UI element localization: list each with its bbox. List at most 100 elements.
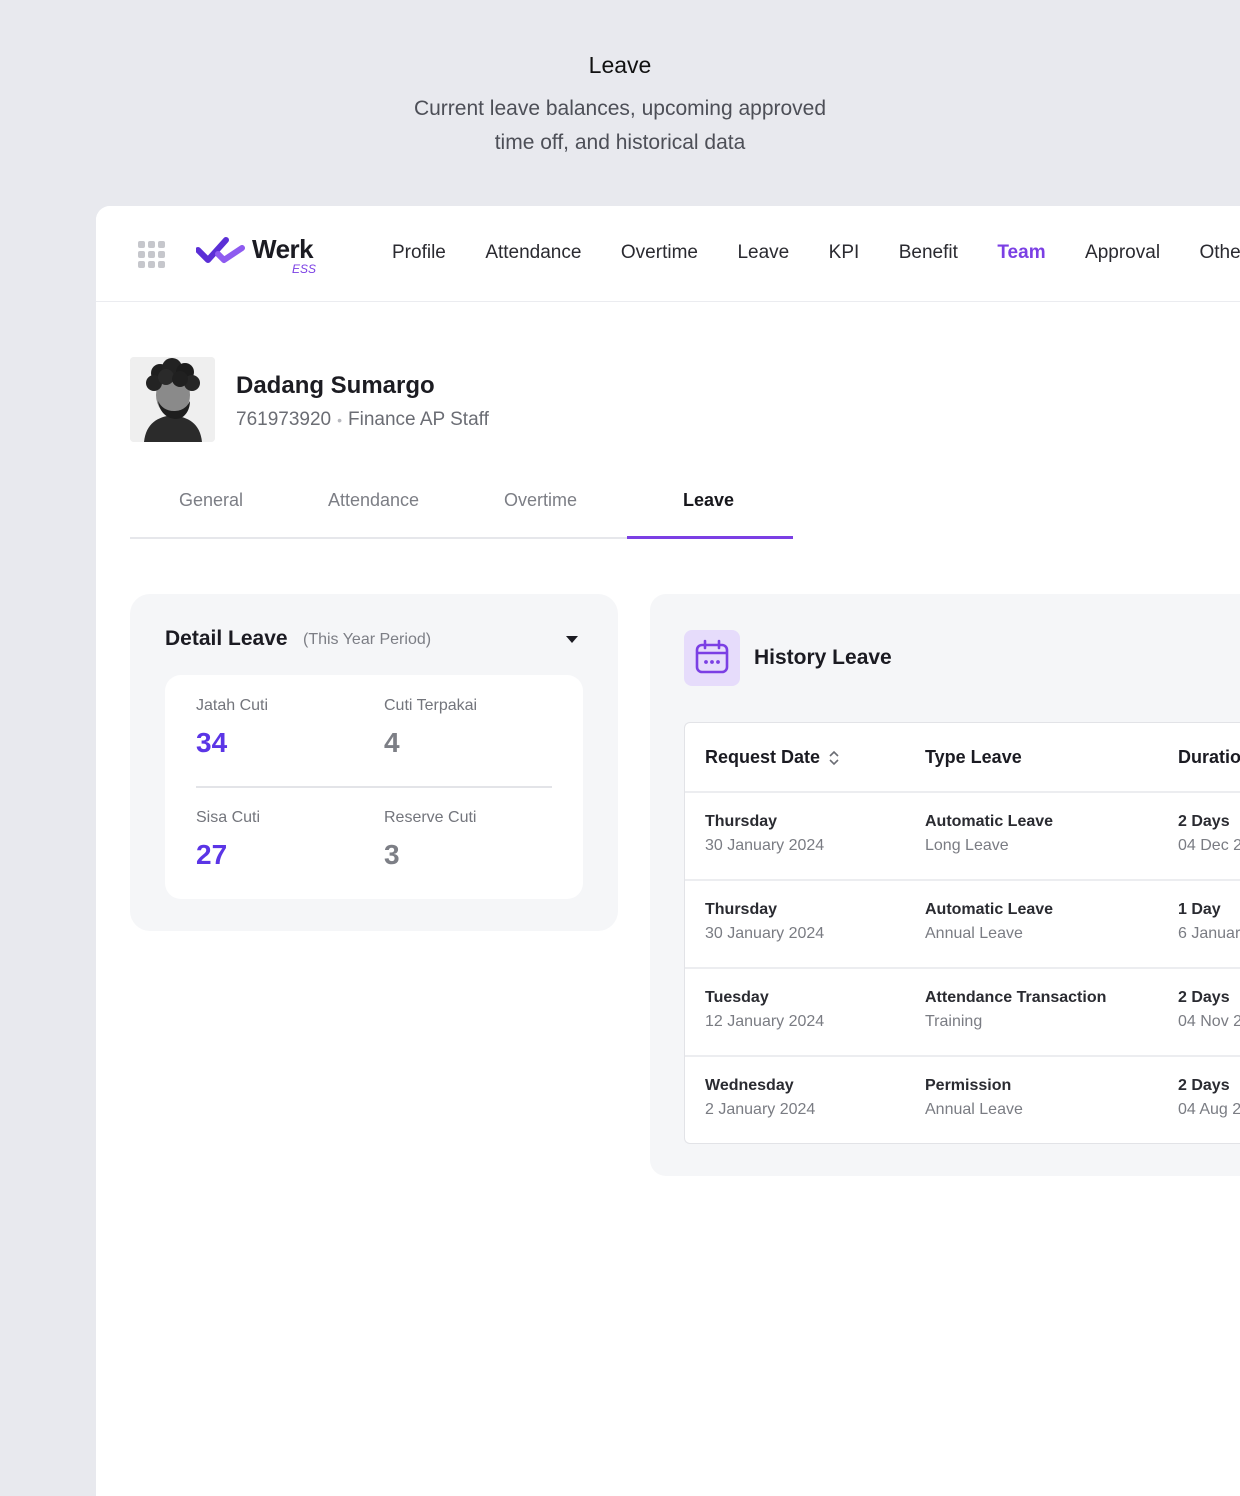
table-row[interactable]: Thursday 30 January 2024 Automatic Leave… bbox=[685, 793, 1240, 881]
leave-type: Permission bbox=[925, 1077, 1012, 1094]
stat-cuti-terpakai: Cuti Terpakai 4 bbox=[384, 697, 477, 759]
intro-subtitle: Current leave balances, upcoming approve… bbox=[413, 97, 827, 154]
nav-item-profile[interactable]: Profile bbox=[392, 242, 446, 264]
cell-request-date: Tuesday 12 January 2024 bbox=[705, 989, 824, 1031]
stat-jatah-cuti: Jatah Cuti 34 bbox=[196, 697, 268, 759]
active-tab-indicator bbox=[627, 536, 793, 539]
detail-leave-card: Detail Leave (This Year Period) Jatah Cu… bbox=[130, 594, 618, 931]
nav-item-approval[interactable]: Approval bbox=[1085, 242, 1160, 264]
leave-subtype: Training bbox=[925, 1013, 983, 1030]
request-date: 2 January 2024 bbox=[705, 1101, 816, 1118]
table-header: Request Date Type Leave Duration bbox=[685, 723, 1240, 793]
request-date: 30 January 2024 bbox=[705, 837, 825, 854]
duration-range: 04 Aug 2023 bbox=[1178, 1101, 1240, 1118]
nav-item-kpi[interactable]: KPI bbox=[829, 242, 860, 264]
stat-value: 4 bbox=[384, 727, 400, 758]
tab-overtime[interactable]: Overtime bbox=[504, 490, 577, 511]
history-table: Request Date Type Leave Duration Thursda… bbox=[684, 722, 1240, 1144]
stat-value: 27 bbox=[196, 839, 228, 870]
duration-value: 2 Days bbox=[1178, 813, 1230, 830]
nav-item-attendance[interactable]: Attendance bbox=[485, 242, 581, 264]
cell-type-leave: Attendance Transaction Training bbox=[925, 989, 1106, 1031]
main-nav: Profile Attendance Overtime Leave KPI Be… bbox=[392, 242, 1240, 264]
profile-tabs: General Attendance Overtime Leave bbox=[130, 482, 793, 539]
history-leave-card: History Leave Request Date Type Leave Du… bbox=[650, 594, 1240, 1176]
leave-type: Automatic Leave bbox=[925, 813, 1054, 830]
duration-range: 04 Dec 2023 bbox=[1178, 837, 1240, 854]
top-navbar: Werk ESS Profile Attendance Overtime Lea… bbox=[96, 206, 1240, 302]
leave-type: Automatic Leave bbox=[925, 901, 1054, 918]
intro-title: Leave bbox=[588, 52, 652, 78]
detail-leave-title: Detail Leave bbox=[165, 627, 288, 650]
leave-type: Attendance Transaction bbox=[925, 989, 1107, 1006]
column-header-duration: Duration bbox=[1178, 747, 1240, 767]
cell-duration: 2 Days 04 Dec 2023 bbox=[1178, 813, 1240, 855]
stat-label: Sisa Cuti bbox=[196, 809, 261, 826]
stats-divider bbox=[196, 786, 552, 788]
nav-item-team[interactable]: Team bbox=[997, 242, 1045, 264]
history-leave-title: History Leave bbox=[754, 646, 892, 669]
employee-name: Dadang Sumargo bbox=[236, 372, 435, 399]
logo-check-icon bbox=[196, 237, 245, 263]
sort-icon[interactable] bbox=[828, 750, 840, 766]
cell-type-leave: Automatic Leave Long Leave bbox=[925, 813, 1053, 855]
request-day: Tuesday bbox=[705, 989, 769, 1006]
cell-type-leave: Permission Annual Leave bbox=[925, 1077, 1023, 1119]
logo-wordmark: Werk bbox=[252, 234, 314, 264]
leave-subtype: Annual Leave bbox=[925, 1101, 1023, 1118]
app-window: Werk ESS Profile Attendance Overtime Lea… bbox=[96, 206, 1240, 1496]
avatar-photo bbox=[130, 357, 215, 442]
column-header-request-date[interactable]: Request Date bbox=[705, 747, 840, 768]
werk-logo[interactable]: Werk ESS bbox=[196, 232, 326, 280]
cell-duration: 2 Days 04 Nov 2023 bbox=[1178, 989, 1240, 1031]
request-day: Thursday bbox=[705, 901, 778, 918]
stat-value: 34 bbox=[196, 727, 228, 758]
tab-attendance[interactable]: Attendance bbox=[328, 490, 419, 511]
leave-stats-panel: Jatah Cuti 34 Cuti Terpakai 4 Sisa Cuti … bbox=[165, 675, 583, 899]
separator-dot: • bbox=[337, 412, 343, 428]
tab-general[interactable]: General bbox=[179, 490, 243, 511]
table-row[interactable]: Tuesday 12 January 2024 Attendance Trans… bbox=[685, 969, 1240, 1057]
cell-request-date: Thursday 30 January 2024 bbox=[705, 813, 824, 855]
stat-sisa-cuti: Sisa Cuti 27 bbox=[196, 809, 260, 871]
duration-value: 2 Days bbox=[1178, 1077, 1230, 1094]
leave-subtype: Annual Leave bbox=[925, 925, 1023, 942]
stat-label: Jatah Cuti bbox=[196, 697, 269, 714]
request-date: 12 January 2024 bbox=[705, 1013, 825, 1030]
duration-value: 2 Days bbox=[1178, 989, 1230, 1006]
duration-range: 6 January 2024 bbox=[1178, 925, 1240, 942]
period-dropdown-caret-icon[interactable] bbox=[566, 636, 578, 643]
duration-value: 1 Day bbox=[1178, 901, 1221, 918]
logo-subtitle: ESS bbox=[292, 262, 317, 276]
employee-meta: 761973920 • Finance AP Staff bbox=[236, 409, 489, 431]
table-row[interactable]: Wednesday 2 January 2024 Permission Annu… bbox=[685, 1057, 1240, 1143]
detail-leave-period: (This Year Period) bbox=[303, 631, 432, 648]
stat-label: Cuti Terpakai bbox=[384, 697, 478, 714]
cell-type-leave: Automatic Leave Annual Leave bbox=[925, 901, 1053, 943]
nav-item-overtime[interactable]: Overtime bbox=[621, 242, 698, 264]
request-day: Wednesday bbox=[705, 1077, 794, 1094]
cell-request-date: Thursday 30 January 2024 bbox=[705, 901, 824, 943]
stat-value: 3 bbox=[384, 839, 400, 870]
duration-range: 04 Nov 2023 bbox=[1178, 1013, 1240, 1030]
employee-id: 761973920 bbox=[236, 409, 332, 430]
request-date: 30 January 2024 bbox=[705, 925, 825, 942]
cell-duration: 1 Day 6 January 2024 bbox=[1178, 901, 1240, 943]
request-day: Thursday bbox=[705, 813, 778, 830]
stat-reserve-cuti: Reserve Cuti 3 bbox=[384, 809, 476, 871]
column-label: Request Date bbox=[705, 747, 821, 767]
nav-item-benefit[interactable]: Benefit bbox=[899, 242, 958, 264]
nav-item-leave[interactable]: Leave bbox=[737, 242, 789, 264]
nav-item-others[interactable]: Others bbox=[1200, 242, 1240, 264]
calendar-icon bbox=[684, 630, 740, 686]
leave-subtype: Long Leave bbox=[925, 837, 1009, 854]
stat-label: Reserve Cuti bbox=[384, 809, 477, 826]
apps-grid-icon[interactable] bbox=[136, 239, 168, 269]
tab-leave[interactable]: Leave bbox=[683, 490, 734, 511]
cell-request-date: Wednesday 2 January 2024 bbox=[705, 1077, 815, 1119]
employee-role: Finance AP Staff bbox=[348, 409, 489, 430]
avatar bbox=[130, 357, 215, 442]
table-row[interactable]: Thursday 30 January 2024 Automatic Leave… bbox=[685, 881, 1240, 969]
cell-duration: 2 Days 04 Aug 2023 bbox=[1178, 1077, 1240, 1119]
column-header-type-leave: Type Leave bbox=[925, 747, 1022, 767]
